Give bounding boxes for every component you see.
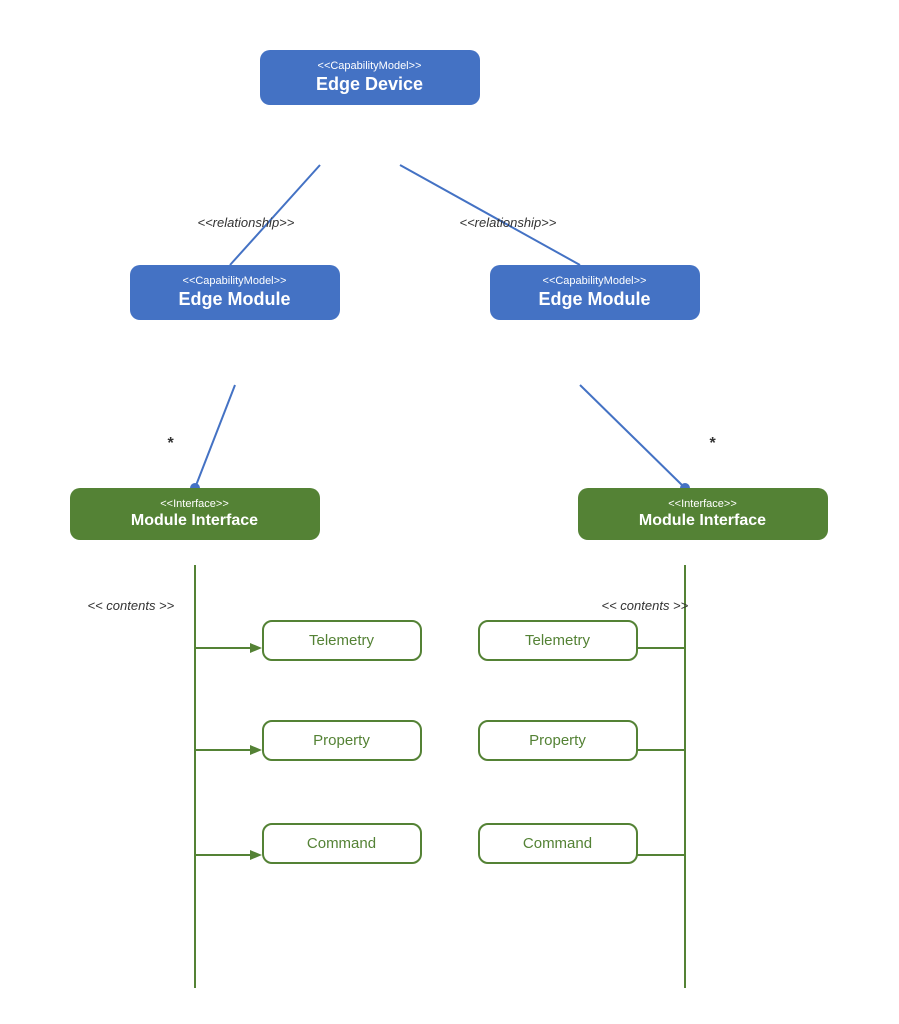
edge-device-node: <<CapabilityModel>> Edge Device	[260, 50, 480, 105]
module-interface-right-node: <<Interface>> Module Interface	[578, 488, 828, 540]
edge-module-right-stereotype: <<CapabilityModel>>	[506, 275, 684, 287]
edge-module-right-title: Edge Module	[539, 289, 651, 309]
property-left-label: Property	[313, 732, 370, 749]
property-right: Property	[478, 720, 638, 761]
command-right-label: Command	[523, 835, 592, 852]
relationship-label-right: <<relationship>>	[460, 215, 557, 230]
module-interface-left-title: Module Interface	[131, 512, 258, 529]
contents-label-left: << contents >>	[88, 598, 175, 613]
edge-module-left-stereotype: <<CapabilityModel>>	[146, 275, 324, 287]
asterisk-right: *	[710, 435, 716, 453]
edge-module-left-node: <<CapabilityModel>> Edge Module	[130, 265, 340, 320]
edge-device-title: Edge Device	[316, 74, 423, 94]
asterisk-left: *	[168, 435, 174, 453]
contents-label-right: << contents >>	[602, 598, 689, 613]
edge-module-right-node: <<CapabilityModel>> Edge Module	[490, 265, 700, 320]
telemetry-left: Telemetry	[262, 620, 422, 661]
diagram: <<CapabilityModel>> Edge Device <<relati…	[20, 20, 880, 1000]
module-interface-right-title: Module Interface	[639, 512, 766, 529]
telemetry-right: Telemetry	[478, 620, 638, 661]
property-left: Property	[262, 720, 422, 761]
telemetry-left-label: Telemetry	[309, 632, 374, 649]
edge-device-stereotype: <<CapabilityModel>>	[276, 60, 464, 72]
module-interface-right-stereotype: <<Interface>>	[594, 498, 812, 510]
telemetry-right-label: Telemetry	[525, 632, 590, 649]
edge-module-left-title: Edge Module	[179, 289, 291, 309]
module-interface-left-node: <<Interface>> Module Interface	[70, 488, 320, 540]
command-left-label: Command	[307, 835, 376, 852]
command-left: Command	[262, 823, 422, 864]
property-right-label: Property	[529, 732, 586, 749]
module-interface-left-stereotype: <<Interface>>	[86, 498, 304, 510]
command-right: Command	[478, 823, 638, 864]
relationship-label-left: <<relationship>>	[198, 215, 295, 230]
